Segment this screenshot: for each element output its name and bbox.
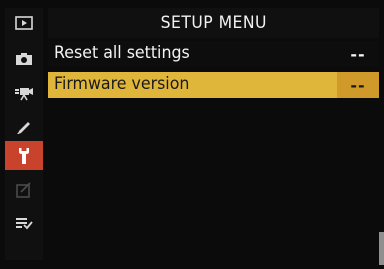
tab-playback[interactable] <box>5 8 43 37</box>
menu-tab-sidebar <box>5 8 43 260</box>
tab-setup[interactable] <box>5 141 43 170</box>
tab-photo-shooting[interactable] <box>5 44 43 73</box>
title-bar: SETUP MENU <box>48 8 379 38</box>
camera-icon <box>16 52 32 65</box>
tab-my-menu[interactable] <box>5 208 43 237</box>
tab-movie-shooting[interactable] <box>5 78 43 107</box>
menu-item-label: Reset all settings <box>54 43 190 63</box>
tab-retouch[interactable] <box>5 175 43 204</box>
menu-item-value: -- <box>350 44 366 64</box>
tab-custom-settings[interactable] <box>5 112 43 141</box>
wrench-icon <box>19 147 29 164</box>
page-title: SETUP MENU <box>160 13 267 33</box>
camera-menu-screen: SETUP MENU Reset all settings -- Firmwar… <box>0 0 384 269</box>
pencil-icon <box>17 121 30 134</box>
menu-list: Reset all settings -- Firmware version -… <box>48 41 379 103</box>
menu-item-value: -- <box>337 72 379 98</box>
menu-item-label: Firmware version <box>54 74 190 94</box>
movie-camera-icon <box>15 87 33 100</box>
retouch-icon <box>16 181 31 198</box>
playback-icon <box>15 15 33 30</box>
menu-item-reset-all-settings[interactable]: Reset all settings -- <box>48 41 379 67</box>
scrollbar[interactable] <box>379 232 384 265</box>
menu-item-firmware-version[interactable]: Firmware version -- <box>48 72 379 98</box>
my-menu-icon <box>16 217 33 229</box>
